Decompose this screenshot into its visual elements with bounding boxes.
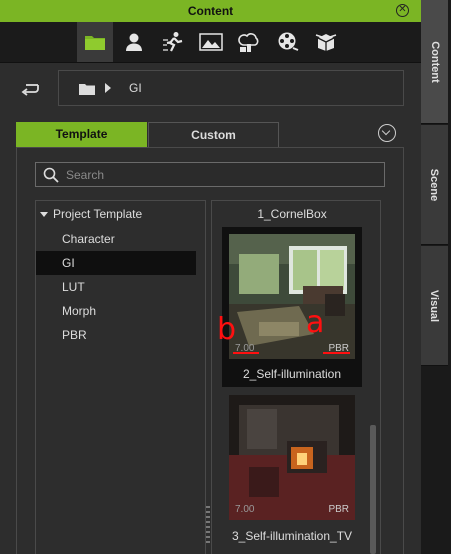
breadcrumb-arrow-icon[interactable] [105, 83, 111, 93]
tab-custom[interactable]: Custom [148, 122, 279, 147]
tree-item-morph[interactable]: Morph [36, 299, 196, 323]
sidetab-content[interactable]: Content [421, 0, 448, 124]
search-box [35, 162, 385, 187]
grid-item-3-self-illumination-tv[interactable]: 7.00 PBR 3_Self-illumination_TV [222, 393, 362, 553]
tree-item-lut[interactable]: LUT [36, 275, 196, 299]
prop-icon[interactable] [232, 22, 268, 62]
side-tab-bar: Content Scene Visual [421, 0, 451, 554]
annotation-underline-b [233, 352, 259, 354]
grid-item-label[interactable]: 3_Self-illumination_TV [212, 529, 372, 543]
pbr-badge: PBR [328, 504, 349, 515]
sidetab-visual-label: Visual [428, 289, 441, 322]
tree-item-gi[interactable]: GI [36, 251, 196, 275]
film-reel-icon[interactable] [270, 22, 306, 62]
back-icon[interactable] [20, 80, 42, 98]
breadcrumb: GI [58, 70, 404, 106]
toolbar [0, 22, 421, 62]
sidetab-scene[interactable]: Scene [421, 125, 448, 245]
title-bar: Content ✕ [0, 0, 421, 22]
sidetab-content-label: Content [428, 40, 441, 83]
grid-item-2-self-illumination[interactable]: 7.00 PBR 2_Self-illumination [222, 227, 362, 387]
tree-item-pbr[interactable]: PBR [36, 323, 196, 347]
search-icon [43, 167, 59, 183]
folder-tree: Project Template Character GI LUT Morph … [35, 200, 206, 554]
grid-item-label[interactable]: 1_CornelBox [212, 207, 372, 221]
thumbnail[interactable]: 7.00 PBR [229, 395, 355, 520]
scrollbar[interactable] [370, 425, 376, 554]
tab-template[interactable]: Template [16, 122, 147, 147]
breadcrumb-item-gi[interactable]: GI [129, 81, 142, 95]
version-label: 7.00 [235, 504, 255, 515]
person-icon[interactable] [116, 22, 152, 62]
sidetab-visual[interactable]: Visual [421, 246, 448, 366]
tree-root[interactable]: Project Template [40, 207, 142, 221]
stage-icon[interactable] [193, 22, 229, 62]
thumbnail[interactable]: 7.00 PBR [229, 234, 355, 359]
folder-icon[interactable] [77, 22, 113, 62]
package-icon[interactable] [308, 22, 344, 62]
annotation-b: b [217, 312, 237, 347]
close-icon[interactable]: ✕ [396, 4, 409, 17]
search-input[interactable] [66, 166, 366, 184]
resize-handle[interactable] [206, 506, 210, 546]
tree-root-label: Project Template [53, 207, 143, 221]
motion-icon[interactable] [155, 22, 191, 62]
sidetab-scene-label: Scene [428, 168, 441, 201]
folder-icon[interactable] [79, 83, 95, 95]
chevron-down-icon[interactable] [378, 124, 396, 142]
content-panel: Content ✕ GI Template Custom Search Proj… [0, 0, 421, 554]
collapse-triangle-icon[interactable] [40, 212, 48, 218]
annotation-underline-a [323, 352, 350, 354]
toolbar-divider [0, 62, 421, 63]
tree-item-character[interactable]: Character [36, 227, 196, 251]
annotation-a: a [306, 305, 325, 340]
grid-item-label[interactable]: 2_Self-illumination [212, 367, 372, 381]
window-title: Content [187, 4, 234, 18]
template-grid: 1_CornelBox 7.00 PBR 2_Self-illumination… [211, 200, 381, 554]
